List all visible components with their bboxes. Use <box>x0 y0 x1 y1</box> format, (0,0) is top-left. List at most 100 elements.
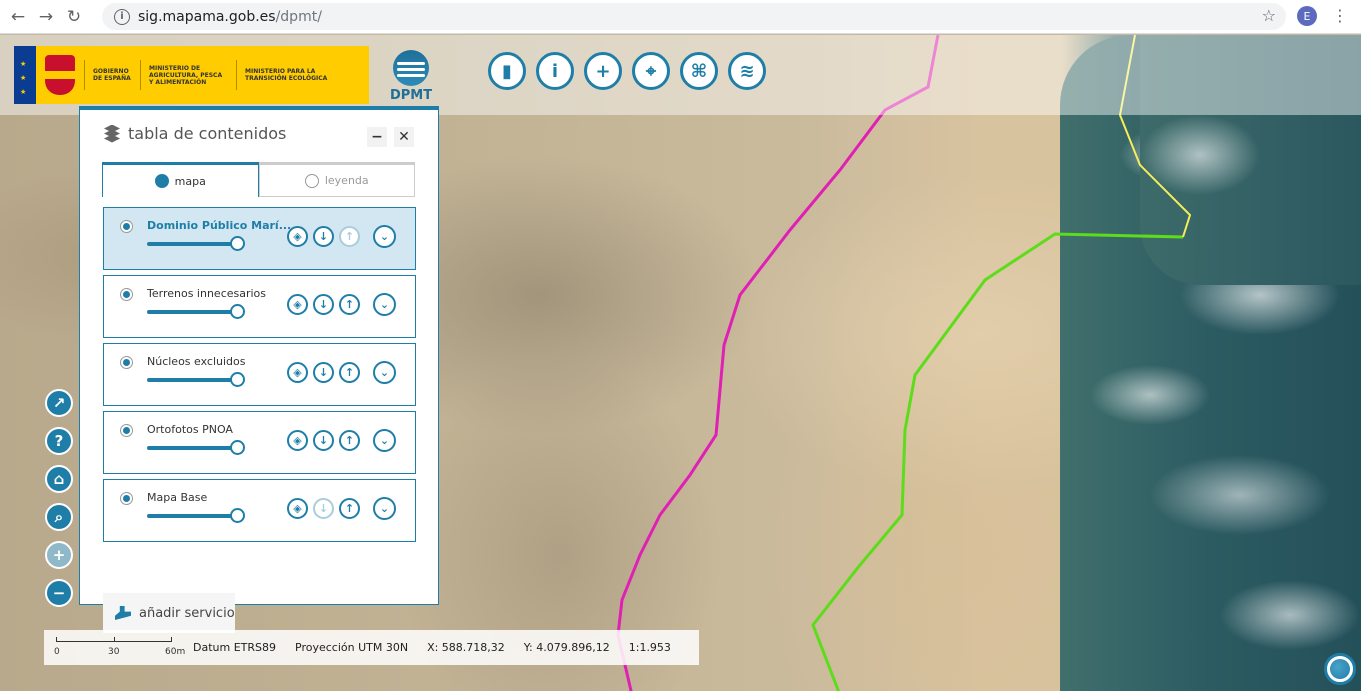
eraser-icon[interactable]: ◈ <box>287 430 308 451</box>
forward-button[interactable]: → <box>32 3 60 31</box>
download-icon[interactable]: ↓ <box>313 226 334 247</box>
tab-leyenda[interactable]: leyenda <box>258 162 415 197</box>
eu-flag-icon: ★ ★ ★ <box>14 46 36 104</box>
eraser-icon[interactable]: ◈ <box>287 362 308 383</box>
eraser-icon[interactable]: ◈ <box>287 226 308 247</box>
dpmt-wave-icon <box>393 50 429 86</box>
scale-bar: 0 30 60m <box>53 630 193 665</box>
scale-label: 30 <box>108 647 120 657</box>
eraser-icon[interactable]: ◈ <box>287 498 308 519</box>
zoom-in-icon[interactable]: + <box>45 541 73 569</box>
layer-name: Dominio Público Marí... <box>147 219 292 232</box>
info-icon[interactable]: i <box>114 8 130 25</box>
download-icon[interactable]: ↓ <box>313 294 334 315</box>
opacity-slider-handle[interactable] <box>230 236 245 251</box>
map-view[interactable]: ★ ★ ★ GOBIERNO DE ESPAÑA MINISTERIO DE AGR… <box>0 35 1361 691</box>
layers-title-icon <box>102 124 122 143</box>
tab-leyenda-label: leyenda <box>324 174 369 187</box>
help-icon[interactable]: ? <box>45 427 73 455</box>
chevron-down-icon[interactable]: ⌄ <box>373 429 396 452</box>
layer-item[interactable]: Terrenos innecesarios ◈ ↓ ↑ ⌄ <box>103 275 416 338</box>
table-of-contents-panel: tabla de contenidos − ✕ mapa leyenda Dom… <box>79 106 439 633</box>
layer-item[interactable]: Núcleos excluidos ◈ ↓ ↑ ⌄ <box>103 343 416 406</box>
url-path: /dpmt/ <box>275 8 322 25</box>
zoom-out-icon[interactable]: − <box>45 579 73 607</box>
layer-name: Núcleos excluidos <box>147 355 246 368</box>
close-button[interactable]: ✕ <box>394 127 414 147</box>
status-bar: 0 30 60m Datum ETRS89 Proyección UTM 30N… <box>44 630 699 665</box>
opacity-slider-handle[interactable] <box>230 508 245 523</box>
reload-button[interactable]: ↻ <box>60 3 88 31</box>
layer-radio[interactable] <box>120 492 133 505</box>
dpmt-logo-text: DPMT <box>389 88 433 103</box>
opacity-slider-track[interactable] <box>147 310 239 314</box>
globe-icon <box>154 174 169 188</box>
opacity-slider-handle[interactable] <box>230 372 245 387</box>
ministry-2: MINISTERIO PARA LA TRANSICIÓN ECOLÓGICA <box>236 60 364 90</box>
add-service-button[interactable]: añadir servicio <box>103 593 235 633</box>
layer-radio[interactable] <box>120 356 133 369</box>
panel-tabs: mapa leyenda <box>102 162 415 197</box>
dpmt-logo: DPMT <box>384 50 438 104</box>
panel-title-text: tabla de contenidos <box>128 124 287 143</box>
layer-item[interactable]: Dominio Público Marí... ◈ ↓ ↑ ⌄ <box>103 207 416 270</box>
add-service-icon <box>115 606 131 620</box>
info-icon[interactable]: i <box>536 52 574 90</box>
upload-icon[interactable]: ↑ <box>339 226 360 247</box>
minimize-button[interactable]: − <box>367 127 387 147</box>
add-service-label: añadir servicio <box>139 605 235 621</box>
tab-mapa[interactable]: mapa <box>102 162 259 197</box>
opacity-slider-handle[interactable] <box>230 304 245 319</box>
layers-icon[interactable]: ≋ <box>728 52 766 90</box>
layer-item[interactable]: Ortofotos PNOA ◈ ↓ ↑ ⌄ <box>103 411 416 474</box>
layer-name: Ortofotos PNOA <box>147 423 233 436</box>
chevron-down-icon[interactable]: ⌄ <box>373 497 396 520</box>
upload-icon[interactable]: ↑ <box>339 362 360 383</box>
layer-radio[interactable] <box>120 220 133 233</box>
zoom-search-icon[interactable]: ⌕ <box>45 503 73 531</box>
eraser-icon[interactable]: ◈ <box>287 294 308 315</box>
x-coordinate: X: 588.718,32 <box>427 641 505 654</box>
ruler-icon[interactable]: ▮ <box>488 52 526 90</box>
tab-mapa-label: mapa <box>174 174 206 188</box>
bookmark-icon[interactable]: + <box>584 52 622 90</box>
download-icon[interactable]: ↓ <box>313 498 334 519</box>
download-icon[interactable]: ↓ <box>313 430 334 451</box>
datum-label: Datum ETRS89 <box>193 641 276 654</box>
ministry-1: MINISTERIO DE AGRICULTURA, PESCA Y ALIME… <box>140 60 236 90</box>
globe-icon[interactable] <box>1324 653 1356 685</box>
layer-item[interactable]: Mapa Base ◈ ↓ ↑ ⌄ <box>103 479 416 542</box>
layer-name: Mapa Base <box>147 491 208 504</box>
coat-of-arms-icon <box>36 46 84 104</box>
government-logo: ★ ★ ★ GOBIERNO DE ESPAÑA MINISTERIO DE AGR… <box>14 46 369 104</box>
opacity-slider-handle[interactable] <box>230 440 245 455</box>
layer-radio[interactable] <box>120 288 133 301</box>
back-button[interactable]: ← <box>4 3 32 31</box>
profile-avatar[interactable]: E <box>1297 6 1317 26</box>
legend-icon <box>304 173 319 188</box>
address-bar[interactable]: i sig.mapama.gob.es/dpmt/ ☆ <box>102 3 1286 30</box>
upload-icon[interactable]: ↑ <box>339 430 360 451</box>
chevron-down-icon[interactable]: ⌄ <box>373 361 396 384</box>
download-icon[interactable]: ↓ <box>313 362 334 383</box>
opacity-slider-track[interactable] <box>147 514 239 518</box>
hierarchy-icon[interactable]: ⌘ <box>680 52 718 90</box>
browser-menu-icon[interactable]: ⋮ <box>1332 6 1348 25</box>
bookmark-star-icon[interactable]: ☆ <box>1262 6 1276 25</box>
y-coordinate: Y: 4.079.896,12 <box>523 641 610 654</box>
chevron-down-icon[interactable]: ⌄ <box>373 293 396 316</box>
panel-title: tabla de contenidos <box>102 124 286 143</box>
opacity-slider-track[interactable] <box>147 378 239 382</box>
home-icon[interactable]: ⌂ <box>45 465 73 493</box>
chevron-down-icon[interactable]: ⌄ <box>373 225 396 248</box>
opacity-slider-track[interactable] <box>147 446 239 450</box>
layer-name: Terrenos innecesarios <box>147 287 267 300</box>
main-toolbar: ▮ i + ⌖ ⌘ ≋ <box>488 52 766 90</box>
map-pin-icon[interactable]: ⌖ <box>632 52 670 90</box>
upload-icon[interactable]: ↑ <box>339 294 360 315</box>
opacity-slider-track[interactable] <box>147 242 239 246</box>
share-icon[interactable]: ↗ <box>45 389 73 417</box>
layer-radio[interactable] <box>120 424 133 437</box>
upload-icon[interactable]: ↑ <box>339 498 360 519</box>
scale-label: 60m <box>165 647 186 657</box>
